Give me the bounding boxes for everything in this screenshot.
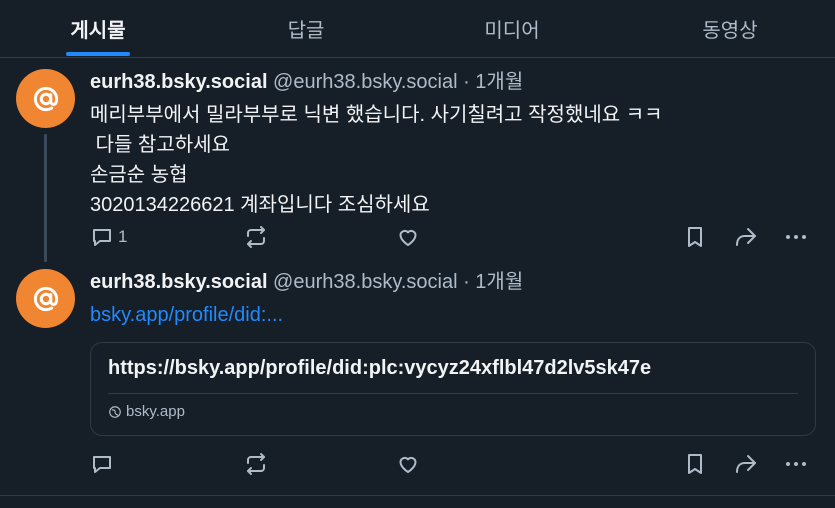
handle-and-time[interactable]: @eurh38.bsky.social · 1개월 (268, 71, 523, 93)
tab-media[interactable]: 미디어 (470, 0, 554, 57)
handle-and-time[interactable]: @eurh38.bsky.social · 1개월 (268, 271, 523, 293)
display-name[interactable]: eurh38.bsky.social (90, 71, 268, 93)
bookmark-icon (688, 454, 702, 474)
display-name[interactable]: eurh38.bsky.social (90, 271, 268, 293)
link-card[interactable]: https://bsky.app/profile/did:plc:vycyz24… (90, 342, 816, 436)
like-button[interactable] (396, 225, 420, 249)
avatar[interactable] (16, 69, 75, 128)
at-sign-icon (33, 286, 58, 311)
more-options-button[interactable] (784, 452, 808, 476)
globe-icon (109, 405, 121, 418)
share-icon (736, 455, 756, 473)
repost-button[interactable] (244, 452, 268, 476)
repost-button[interactable] (244, 225, 268, 249)
post-actions: 1 (0, 221, 835, 253)
share-button[interactable] (733, 452, 759, 476)
repost-icon (247, 226, 265, 248)
feed-post[interactable]: eurh38.bsky.social @eurh38.bsky.social ·… (0, 58, 835, 262)
reply-icon (93, 456, 111, 473)
like-icon (399, 229, 417, 246)
like-icon (399, 456, 417, 473)
at-sign-icon (33, 86, 58, 111)
reply-button[interactable] (90, 452, 118, 476)
reply-count: 1 (118, 227, 128, 246)
tab-videos[interactable]: 동영상 (694, 0, 766, 57)
reply-button[interactable]: 1 (90, 225, 127, 249)
reply-icon (93, 229, 111, 246)
tab-posts[interactable]: 게시물 (66, 0, 130, 57)
bookmark-icon (688, 227, 702, 247)
post-link[interactable]: bsky.app/profile/did:... (90, 302, 283, 328)
share-button[interactable] (733, 225, 759, 249)
avatar[interactable] (16, 269, 75, 328)
feed-post[interactable]: eurh38.bsky.social @eurh38.bsky.social ·… (0, 258, 835, 496)
more-icon (786, 235, 806, 239)
tab-videos-label: 동영상 (702, 20, 758, 42)
more-options-button[interactable] (784, 225, 808, 249)
link-card-domain: bsky.app (108, 403, 185, 420)
repost-icon (247, 453, 265, 475)
tab-replies-label: 답글 (287, 20, 325, 42)
post-actions (0, 448, 835, 480)
tab-posts-label: 게시물 (70, 20, 126, 42)
bookmark-button[interactable] (684, 452, 706, 476)
share-icon (736, 228, 756, 246)
link-card-divider (108, 393, 798, 394)
link-card-domain-text: bsky.app (126, 403, 185, 420)
like-button[interactable] (396, 452, 420, 476)
tab-media-label: 미디어 (484, 20, 540, 42)
post-header: eurh38.bsky.social @eurh38.bsky.social ·… (90, 70, 523, 94)
tab-replies[interactable]: 답글 (270, 0, 342, 57)
active-tab-indicator (66, 52, 130, 56)
bookmark-button[interactable] (684, 225, 706, 249)
link-card-title: https://bsky.app/profile/did:plc:vycyz24… (108, 357, 652, 379)
more-icon (786, 462, 806, 466)
post-header: eurh38.bsky.social @eurh38.bsky.social ·… (90, 270, 523, 294)
post-text: 메리부부에서 밀라부부로 닉변 했습니다. 사기칠려고 작정했네요 ㅋㅋ 다들 … (90, 104, 663, 216)
profile-tabs: 게시물 답글 미디어 동영상 (0, 0, 835, 58)
